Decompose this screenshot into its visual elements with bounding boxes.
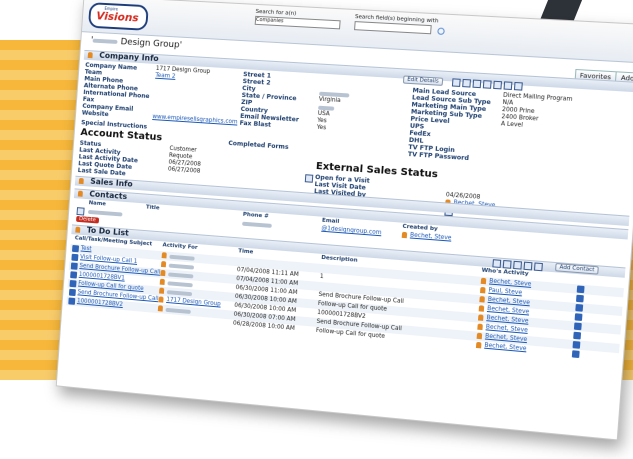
copy-icon[interactable] <box>472 79 482 89</box>
sales-icon <box>78 177 84 185</box>
brand-name: Visions <box>95 9 140 25</box>
todo-time-header[interactable]: Time <box>238 248 253 255</box>
price-level-value: A Level <box>500 121 524 129</box>
row-action-icon[interactable] <box>574 313 583 322</box>
crm-window: Empire Visions Search for a(n) Companies… <box>55 0 633 441</box>
contact-phone-header[interactable]: Phone # <box>243 212 269 220</box>
task-icon <box>71 244 80 253</box>
page-title: ' Design Group' <box>90 35 183 51</box>
contact-created-by[interactable]: Bechet, Steve <box>410 232 452 241</box>
who-person-icon <box>480 286 486 294</box>
company-icon <box>87 52 93 59</box>
contacts-icon <box>77 190 83 197</box>
lead-source-sub-type-value: N/A <box>502 99 514 107</box>
todo-subject[interactable]: Test <box>81 246 92 253</box>
task-icon <box>68 297 76 305</box>
who-person-icon <box>480 277 487 285</box>
task-icon <box>68 288 76 297</box>
row-action-icon[interactable] <box>576 285 585 294</box>
task-icon <box>70 271 78 279</box>
who-person-icon <box>477 314 484 321</box>
search-icon[interactable] <box>437 27 445 35</box>
creator-icon <box>401 231 408 239</box>
row-action-icon[interactable] <box>573 322 582 331</box>
email-newsletter-value: Yes <box>317 117 327 125</box>
who-person-icon <box>479 296 485 303</box>
activity-person-icon <box>158 296 164 303</box>
contact-email-link[interactable]: @1designgroup.com <box>321 226 381 237</box>
completed-forms-label[interactable]: Completed Forms <box>228 140 289 151</box>
activity-person-icon <box>161 252 167 259</box>
delete-contact-button[interactable]: Delete <box>76 215 99 224</box>
activity-person-icon <box>160 269 166 277</box>
todo-email-icon[interactable] <box>523 261 533 271</box>
save-icon[interactable] <box>451 78 461 87</box>
edit-details-button[interactable]: Edit Details <box>402 75 444 86</box>
activity-for-value <box>168 263 195 270</box>
activity-person-icon <box>159 278 165 285</box>
who-person-icon <box>477 323 483 331</box>
state-value: Virginia <box>318 96 341 105</box>
task-icon <box>70 262 78 270</box>
search-type-select[interactable]: Companies <box>254 15 341 30</box>
fax-icon[interactable] <box>493 80 503 90</box>
who-person-icon <box>476 332 483 340</box>
row-action-icon[interactable] <box>572 340 581 349</box>
who-person-icon <box>478 305 485 312</box>
contact-select-checkbox[interactable] <box>76 207 85 216</box>
todo-description: 1 <box>319 273 324 281</box>
contact-created-header[interactable]: Created by <box>402 224 438 233</box>
open-visit-checkbox[interactable] <box>304 174 314 183</box>
row-action-icon[interactable] <box>575 303 584 312</box>
brand-logo[interactable]: Empire Visions <box>87 2 149 31</box>
fax-blast-value: Yes <box>316 124 327 132</box>
who-person-icon <box>475 341 482 349</box>
email-icon[interactable] <box>482 80 492 89</box>
who-link[interactable]: Paul, Steve <box>488 288 522 297</box>
task-icon <box>71 253 79 262</box>
country-value: USA <box>317 110 330 118</box>
todo-icon <box>75 226 81 233</box>
contact-phone-value <box>242 221 272 228</box>
last-quote-date-value: 06/27/2008 <box>167 166 201 175</box>
team-link[interactable]: Team 2 <box>155 73 176 80</box>
todo-save-icon[interactable] <box>492 259 502 268</box>
contact-name-header[interactable]: Name <box>89 200 107 207</box>
activity-person-icon <box>157 305 164 312</box>
todo-export-icon[interactable] <box>533 262 543 272</box>
visit-date-value: 04/26/2008 <box>445 192 481 201</box>
activity-person-icon <box>159 287 165 294</box>
row-action-icon[interactable] <box>573 331 582 340</box>
activity-for-value <box>167 281 193 288</box>
search-type: Search for a(n) Companies <box>254 9 342 30</box>
website-link[interactable]: www.empiresellsgraphics.com <box>152 114 237 125</box>
contact-name-value <box>87 209 123 217</box>
company-info-heading[interactable]: Company Info <box>99 51 159 63</box>
activity-person-icon <box>160 260 167 268</box>
website-label: Website <box>81 109 109 119</box>
tv-ftp-password-label: TV FTP Password <box>407 150 470 163</box>
todo-print-icon[interactable] <box>502 259 512 269</box>
export-icon[interactable] <box>503 81 513 91</box>
search-fields: Search field(s) beginning with <box>354 14 439 35</box>
todo-copy-icon[interactable] <box>513 260 523 270</box>
fax-blast-label: Fax Blast <box>239 119 272 129</box>
contact-title-header[interactable]: Title <box>146 204 160 211</box>
row-action-icon[interactable] <box>571 350 580 359</box>
task-icon <box>69 279 77 288</box>
help-icon[interactable] <box>513 81 523 91</box>
row-action-icon[interactable] <box>575 294 584 303</box>
contact-email-header[interactable]: Email <box>322 218 340 225</box>
print-icon[interactable] <box>462 78 471 88</box>
